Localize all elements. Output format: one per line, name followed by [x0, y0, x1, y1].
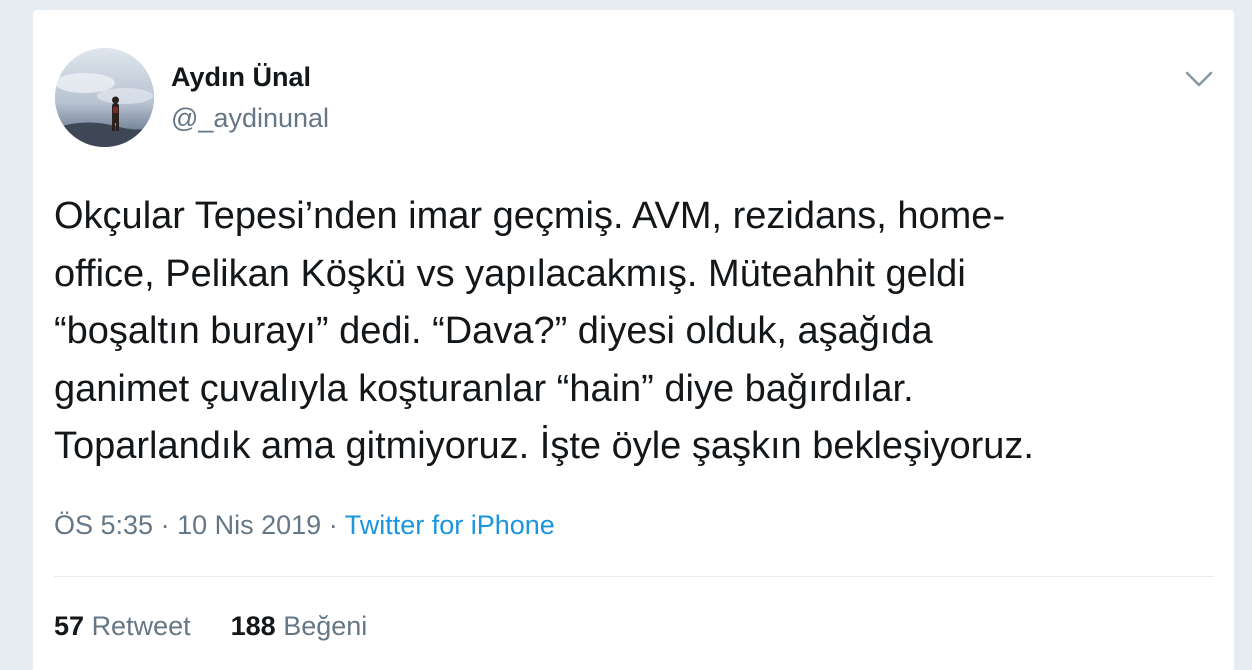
user-handle[interactable]: @_aydinunal	[171, 103, 329, 134]
retweets-label: Retweet	[91, 611, 191, 641]
retweets-stat[interactable]: 57 Retweet	[54, 611, 191, 642]
tweet-text-line: “boşaltın burayı” dedi. “Dava?” diyesi o…	[54, 310, 933, 352]
likes-stat[interactable]: 188 Beğeni	[231, 611, 368, 642]
likes-count: 188	[230, 611, 276, 641]
tweet-source-link[interactable]: Twitter for iPhone	[345, 510, 555, 540]
tweet-text-line: ganimet çuvalıyla koşturanlar “hain” diy…	[54, 367, 914, 410]
avatar-photo	[55, 48, 154, 147]
avatar[interactable]	[55, 48, 154, 147]
tweet-text-line: Okçular Tepesi’nden imar geçmiş. AVM, re…	[54, 195, 1006, 237]
tweet-stats: 57 Retweet 188 Beğeni	[54, 611, 367, 642]
likes-label: Beğeni	[283, 611, 368, 641]
chevron-down-icon[interactable]	[1181, 64, 1217, 94]
display-name[interactable]: Aydın Ünal	[171, 62, 311, 93]
tweet-text-line: Toparlandık ama gitmiyoruz. İşte öyle şa…	[54, 425, 1034, 467]
tweet-text-line: office, Pelikan Köşkü vs yapılacakmış. M…	[54, 252, 966, 295]
tweet-text: Okçular Tepesi’nden imar geçmiş. AVM, re…	[54, 188, 1214, 476]
divider	[54, 576, 1214, 577]
separator-dot: ·	[160, 510, 170, 540]
retweets-count: 57	[54, 611, 85, 641]
tweet-metadata: ÖS 5:35 · 10 Nis 2019 · Twitter for iPho…	[54, 510, 555, 541]
tweet-time[interactable]: ÖS 5:35	[54, 510, 153, 540]
tweet-card: Aydın Ünal @_aydinunal Okçular Tepesi’nd…	[33, 10, 1234, 670]
tweet-date[interactable]: 10 Nis 2019	[177, 510, 321, 540]
separator-dot: ·	[328, 510, 338, 540]
